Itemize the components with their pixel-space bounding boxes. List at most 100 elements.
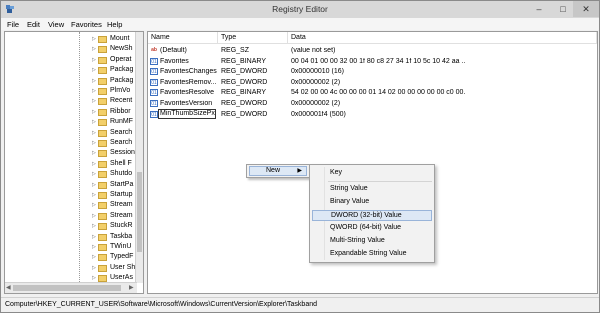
tree-item[interactable]: ▷ Taskba (82, 232, 140, 243)
column-header-type[interactable]: Type (218, 32, 288, 44)
submenu-item[interactable]: String Value (312, 184, 432, 195)
tree-item[interactable]: ▷ TWinU (82, 242, 140, 253)
tree-item[interactable]: ▷ Packag (82, 76, 140, 87)
menu-favorites[interactable]: Favorites (71, 20, 102, 29)
expand-arrow-icon[interactable]: ▷ (92, 213, 96, 219)
rename-value-input[interactable]: MinThumbSizePx (158, 108, 216, 119)
tree-item[interactable]: ▷ Shutdo (82, 169, 140, 180)
expand-arrow-icon[interactable]: ▷ (92, 140, 96, 146)
expand-arrow-icon[interactable]: ▷ (92, 254, 96, 260)
value-row[interactable]: ab (Default) REG_SZ (value not set) (148, 46, 597, 56)
key-tree-pane[interactable]: ▷ Mount ▷ NewSh ▷ Operat ▷ Packag ▷ Packag ▷ PlmVo ▷… (4, 31, 144, 294)
tree-item[interactable]: ▷ TypedF (82, 252, 140, 263)
menu-edit[interactable]: Edit (27, 20, 40, 29)
tree-item-label: Session (110, 149, 135, 157)
tree-item[interactable]: ▷ Stream (82, 200, 140, 211)
menu-help[interactable]: Help (107, 20, 122, 29)
tree-item[interactable]: ▷ User Sh (82, 263, 140, 274)
tree-item[interactable]: ▷ Operat (82, 55, 140, 66)
tree-item[interactable]: ▷ Shell F (82, 159, 140, 170)
folder-icon (98, 98, 107, 106)
expand-arrow-icon[interactable]: ▷ (92, 88, 96, 94)
expand-arrow-icon[interactable]: ▷ (92, 182, 96, 188)
tree-item-label: PlmVo (110, 87, 131, 94)
expand-arrow-icon[interactable]: ▷ (92, 275, 96, 281)
tree-item[interactable]: ▷ RunMF (82, 117, 140, 128)
tree-item[interactable]: ▷ Stream (82, 211, 140, 222)
tree-item-label: Recent (110, 97, 133, 105)
menu-file[interactable]: File (7, 20, 19, 29)
tree-item[interactable]: ▷ Search (82, 128, 140, 139)
expand-arrow-icon[interactable]: ▷ (92, 202, 96, 208)
tree-item[interactable]: ▷ StartPa (82, 180, 140, 191)
expand-arrow-icon[interactable]: ▷ (92, 244, 96, 250)
scroll-right-icon[interactable]: ▶ (129, 284, 134, 291)
expand-arrow-icon[interactable]: ▷ (92, 78, 96, 84)
tree-item[interactable]: ▷ PlmVo (82, 86, 140, 97)
binary-value-icon: 01 (150, 78, 158, 86)
expand-arrow-icon[interactable]: ▷ (92, 98, 96, 104)
maximize-button[interactable]: □ (551, 1, 575, 17)
value-row[interactable]: 01 Favorites REG_BINARY 00 04 01 00 00 32 0… (148, 57, 597, 67)
close-button[interactable]: ✕ (573, 1, 599, 17)
tree-item[interactable]: ▷ NewSh (82, 44, 140, 55)
title-bar[interactable]: Registry Editor – □ ✕ (1, 1, 599, 19)
expand-arrow-icon[interactable]: ▷ (92, 36, 96, 42)
expand-arrow-icon[interactable]: ▷ (92, 265, 96, 271)
expand-arrow-icon[interactable]: ▷ (92, 67, 96, 73)
folder-icon (98, 192, 107, 199)
submenu-item-label: Binary Value (330, 198, 370, 205)
tree-item[interactable]: ▷ Recent (82, 96, 140, 107)
tree-item[interactable]: ▷ Search (82, 138, 140, 149)
folder-icon (98, 67, 107, 75)
tree-item[interactable]: ▷ Packag (82, 65, 140, 76)
expand-arrow-icon[interactable]: ▷ (92, 130, 96, 136)
expand-arrow-icon[interactable]: ▷ (92, 234, 96, 240)
column-header-data[interactable]: Data (288, 32, 597, 44)
minimize-button[interactable]: – (527, 1, 551, 17)
submenu-item[interactable]: Multi-String Value (312, 236, 432, 247)
tree-vertical-scrollbar[interactable] (135, 32, 143, 283)
menu-view[interactable]: View (48, 20, 64, 29)
value-row[interactable]: 01 FavoritesResolve REG_BINARY 54 02 00 00 … (148, 88, 597, 98)
column-header-name[interactable]: Name (148, 32, 218, 44)
expand-arrow-icon[interactable]: ▷ (92, 57, 96, 63)
expand-arrow-icon[interactable]: ▷ (92, 119, 96, 125)
scroll-left-icon[interactable]: ◀ (6, 284, 11, 291)
tree-item[interactable]: ▷ Session (82, 148, 140, 159)
submenu-item[interactable]: QWORD (64-bit) Value (312, 223, 432, 234)
value-row[interactable]: 01 FavoritesVersion REG_DWORD 0x00000002 (2… (148, 99, 597, 109)
tree-item-label: RunMF (110, 118, 133, 126)
expand-arrow-icon[interactable]: ▷ (92, 171, 96, 177)
expand-arrow-icon[interactable]: ▷ (92, 192, 96, 198)
expand-arrow-icon[interactable]: ▷ (92, 109, 96, 115)
tree-item[interactable]: ▷ Ribbor (82, 107, 140, 118)
expand-arrow-icon[interactable]: ▷ (92, 150, 96, 156)
folder-icon (98, 223, 107, 231)
tree-vertical-scroll-thumb[interactable] (137, 172, 142, 252)
submenu-item[interactable]: DWORD (32-bit) Value (312, 210, 432, 221)
value-row[interactable]: 01 FavoritesRemov... REG_DWORD 0x00000002 (… (148, 78, 597, 88)
expand-arrow-icon[interactable]: ▷ (92, 223, 96, 229)
expand-arrow-icon[interactable]: ▷ (92, 46, 96, 52)
value-row[interactable]: 01 FavoritesChanges REG_DWORD 0x00000010 (1… (148, 67, 597, 77)
submenu-item[interactable]: Binary Value (312, 197, 432, 208)
tree-item[interactable]: ▷ Startup (82, 190, 140, 201)
tree-item[interactable]: ▷ StuckR (82, 221, 140, 232)
context-menu-new-label: New (266, 167, 281, 174)
value-row[interactable]: 01 MinThumbSizePx REG_DWORD 0x000001f4 (500… (148, 108, 597, 120)
expand-arrow-icon[interactable]: ▷ (92, 161, 96, 167)
submenu-item[interactable]: Key (312, 168, 432, 179)
tree-horizontal-scrollbar[interactable]: ◀ ▶ (5, 282, 137, 293)
submenu-item[interactable]: Expandable String Value (312, 249, 432, 260)
tree-item[interactable]: ▷ Mount (82, 34, 140, 45)
tree-item-label: Shutdo (110, 170, 133, 178)
folder-icon (98, 254, 107, 262)
tree-item-label: StartPa (110, 180, 134, 188)
tree-item-label: Taskba (110, 232, 133, 240)
new-submenu: Key String Value Binary Value DWORD (32-bit… (309, 164, 435, 263)
value-data: (value not set) (291, 47, 336, 54)
folder-icon (98, 264, 107, 272)
tree-horizontal-scroll-thumb[interactable] (13, 285, 121, 291)
context-menu-new[interactable]: New ▶ (249, 166, 307, 176)
